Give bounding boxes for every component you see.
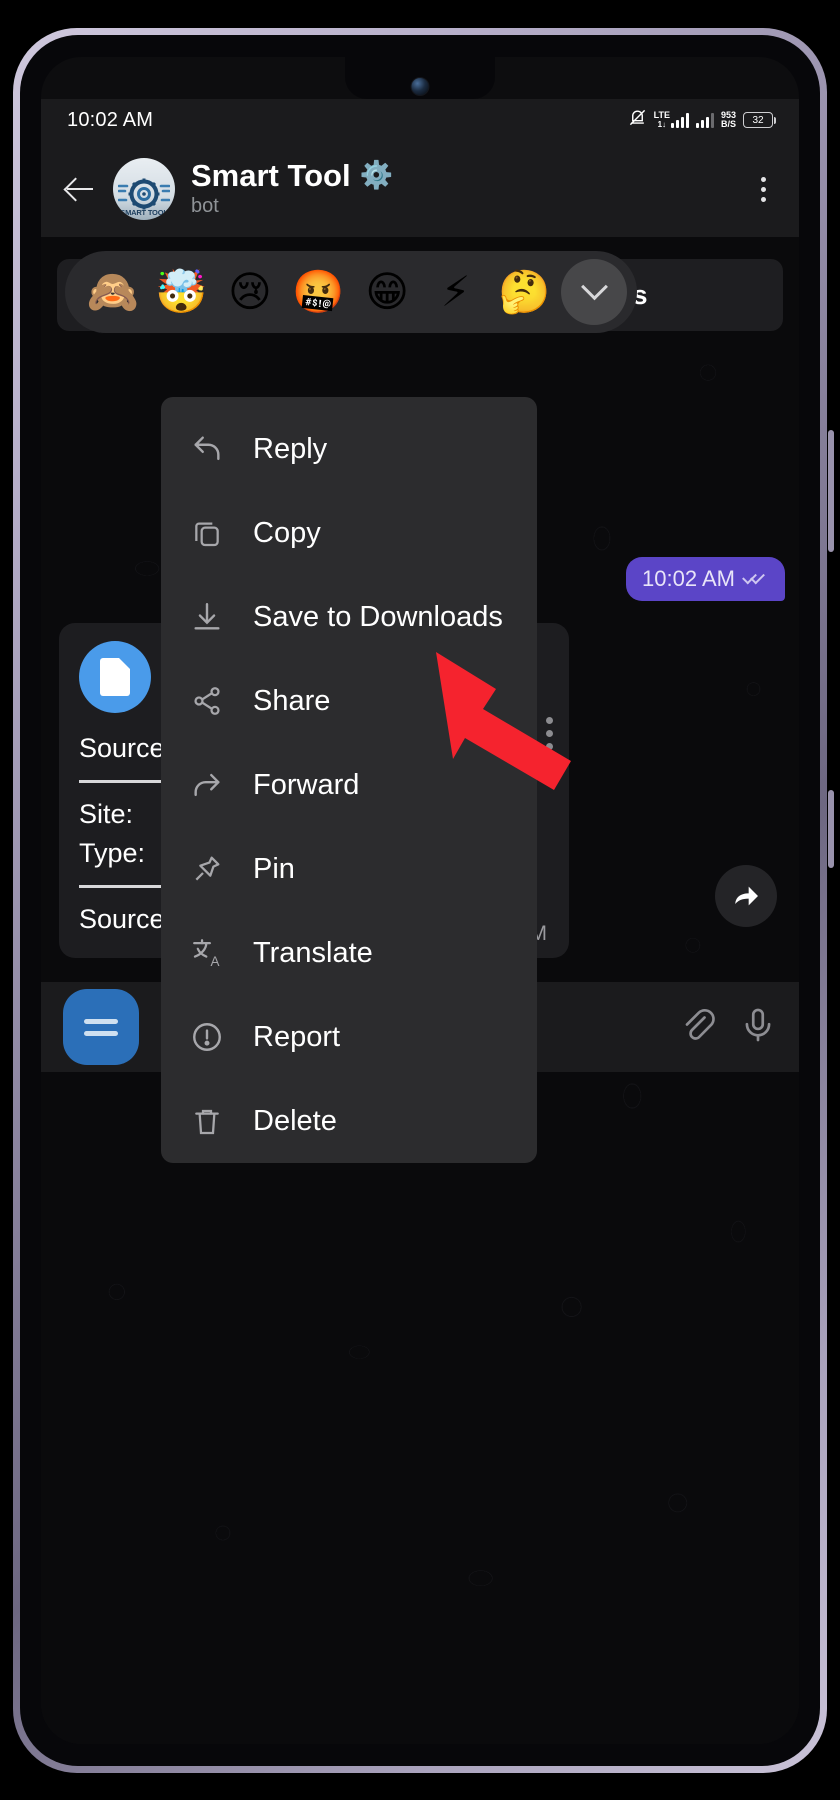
menu-item-reply[interactable]: Reply (161, 407, 537, 491)
menu-item-label: Copy (253, 516, 321, 549)
menu-item-delete[interactable]: Delete (161, 1079, 537, 1163)
chat-message-area: String Keys Others 10:02 AM Source Site:… (41, 237, 799, 1744)
menu-item-translate[interactable]: A Translate (161, 911, 537, 995)
status-clock: 10:02 AM (67, 108, 154, 131)
phone-screen: 10:02 AM LTE 1↓ 953 B/S 32 SMART TOOL Sm… (41, 57, 799, 1744)
page-title: Smart Tool ⚙️ (191, 160, 733, 193)
pin-icon (187, 849, 227, 889)
report-icon (187, 1017, 227, 1057)
battery-indicator: 32 (743, 112, 776, 128)
reaction-crying-face[interactable]: 😢 (218, 271, 282, 313)
reaction-high-voltage[interactable]: ⚡ (424, 271, 488, 313)
menu-item-label: Save to Downloads (253, 600, 503, 633)
reaction-face-with-symbols-on-mouth[interactable]: 🤬 (287, 271, 351, 313)
lte-label: LTE (653, 110, 670, 120)
reaction-thinking-face[interactable]: 🤔 (492, 271, 556, 313)
menu-item-label: Report (253, 1020, 341, 1053)
power-button[interactable] (828, 790, 834, 868)
copy-icon (187, 513, 227, 553)
chevron-down-icon[interactable] (561, 259, 628, 325)
forward-arrow-icon[interactable] (715, 865, 777, 927)
front-camera-icon (410, 77, 430, 96)
lte-indicator: LTE 1↓ (654, 111, 689, 129)
menu-item-label: Forward (253, 768, 360, 801)
more-vertical-icon[interactable] (546, 717, 553, 750)
translate-icon: A (187, 933, 227, 973)
menu-item-copy[interactable]: Copy (161, 491, 537, 575)
chat-title-block[interactable]: Smart Tool ⚙️ bot (191, 160, 733, 218)
message-timestamp: 10:02 AM (642, 566, 735, 591)
more-vertical-icon[interactable] (749, 169, 777, 209)
network-speed-indicator: 953 B/S (721, 111, 736, 129)
forward-icon (187, 765, 227, 805)
menu-item-forward[interactable]: Forward (161, 743, 537, 827)
reaction-exploding-head[interactable]: 🤯 (150, 271, 214, 313)
reaction-grinning-face[interactable]: 😁 (355, 271, 419, 313)
menu-item-pin[interactable]: Pin (161, 827, 537, 911)
menu-item-share[interactable]: Share (161, 659, 537, 743)
menu-item-label: Reply (253, 432, 328, 465)
menu-item-label: Share (253, 684, 331, 717)
menu-item-label: Pin (253, 852, 295, 885)
back-arrow-icon[interactable] (63, 172, 97, 206)
bell-off-icon (628, 108, 647, 132)
trash-icon (187, 1101, 227, 1141)
avatar-brand-label: SMART TOOL (120, 208, 168, 217)
status-bar: 10:02 AM LTE 1↓ 953 B/S 32 (41, 99, 799, 141)
menu-item-save-to-downloads[interactable]: Save to Downloads (161, 575, 537, 659)
share-icon (187, 681, 227, 721)
svg-text:A: A (211, 954, 220, 969)
double-check-icon (743, 571, 769, 587)
document-icon (79, 641, 151, 713)
battery-level: 32 (752, 114, 764, 126)
menu-item-label: Delete (253, 1104, 337, 1137)
menu-item-label: Translate (253, 936, 373, 969)
reaction-picker-bar: 🙈 🤯 😢 🤬 😁 ⚡ 🤔 (65, 251, 637, 333)
sent-message-bubble[interactable]: 10:02 AM (626, 557, 785, 601)
net-speed-unit: B/S (720, 119, 736, 129)
gear-icon: ⚙️ (359, 160, 394, 192)
message-context-menu: Reply Copy Save to Downloads Share Forwa… (161, 397, 537, 1163)
volume-button[interactable] (828, 430, 834, 552)
avatar[interactable]: SMART TOOL (113, 158, 175, 220)
avatar-gear-art (118, 178, 170, 210)
status-icons: LTE 1↓ 953 B/S 32 (628, 108, 776, 132)
menu-item-report[interactable]: Report (161, 995, 537, 1079)
signal-bars-sim2 (695, 112, 714, 128)
reply-icon (187, 429, 227, 469)
signal-bars-sim1 (670, 112, 689, 128)
download-icon (187, 597, 227, 637)
lte-sub: 1↓ (657, 120, 667, 129)
reaction-see-no-evil-monkey[interactable]: 🙈 (81, 271, 145, 313)
chat-header: SMART TOOL Smart Tool ⚙️ bot (41, 141, 799, 237)
chat-title-text: Smart Tool (191, 158, 351, 194)
chat-subtitle: bot (191, 194, 219, 217)
